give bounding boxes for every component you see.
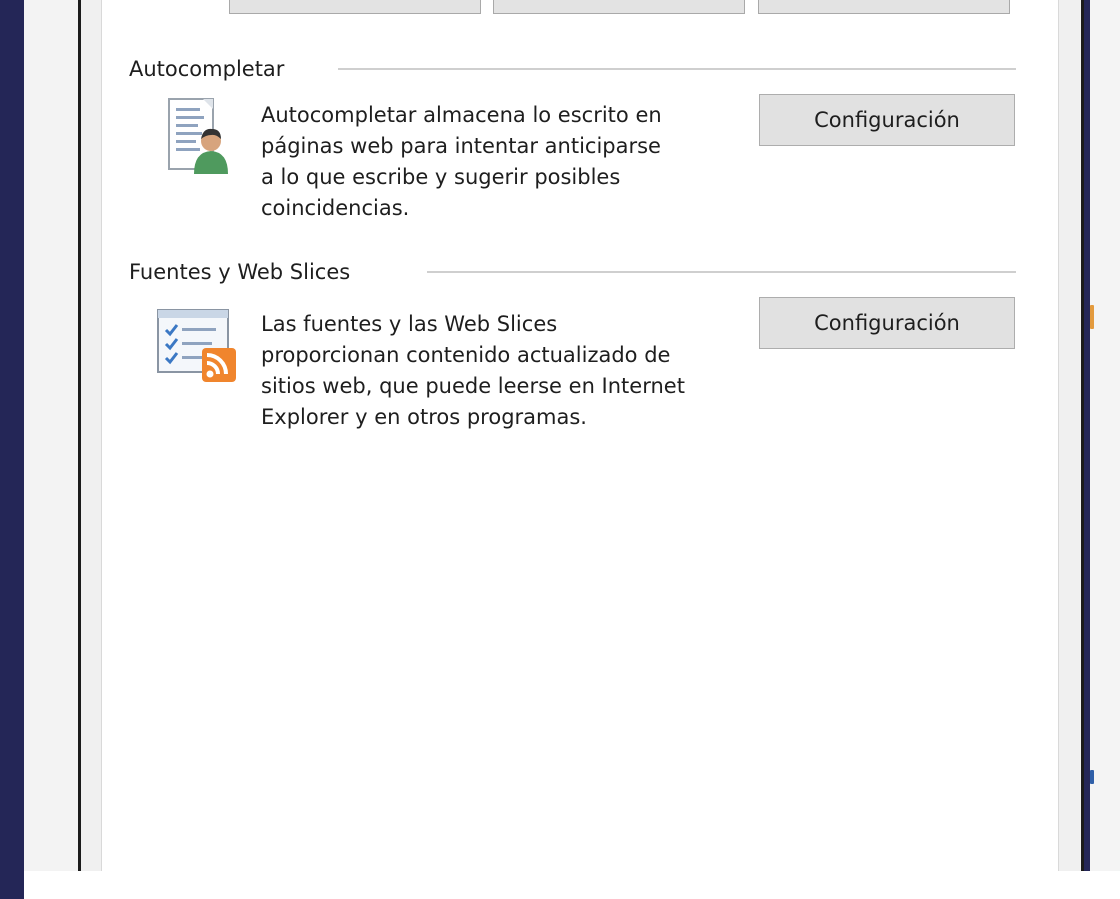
top-button-1[interactable] (229, 0, 481, 14)
top-button-2[interactable] (493, 0, 745, 14)
feeds-description: Las fuentes y las Web Slices proporciona… (261, 309, 731, 433)
desktop-background (0, 0, 24, 899)
autocomplete-group-title: Autocompletar (129, 57, 285, 81)
autocomplete-group-divider (338, 68, 1016, 70)
feeds-group-divider (427, 271, 1016, 273)
autocomplete-form-user-icon (164, 96, 240, 176)
autocomplete-settings-button[interactable]: Configuración (759, 94, 1015, 146)
content-tab-panel: Autocompletar Autocompletar almacena lo … (101, 0, 1059, 871)
background-marker (1090, 305, 1094, 329)
autocomplete-description-line: Autocompletar almacena lo escrito en (261, 103, 662, 127)
background-marker (1090, 770, 1094, 784)
internet-options-dialog: Autocompletar Autocompletar almacena lo … (78, 0, 1084, 871)
feeds-description-line: proporcionan contenido actualizado de (261, 343, 671, 367)
feeds-description-line: sitios web, que puede leerse en Internet (261, 374, 685, 398)
autocomplete-description-line: páginas web para intentar anticiparse (261, 134, 661, 158)
feeds-settings-button[interactable]: Configuración (759, 297, 1015, 349)
feeds-description-line: Las fuentes y las Web Slices (261, 312, 558, 336)
feeds-rss-checklist-icon (154, 306, 240, 384)
autocomplete-description-line: coincidencias. (261, 196, 410, 220)
autocomplete-description: Autocompletar almacena lo escrito en pág… (261, 100, 731, 224)
feeds-group-title: Fuentes y Web Slices (129, 260, 351, 284)
background-window-right (1090, 0, 1120, 871)
window-left-gutter (24, 0, 78, 871)
window-bottom-edge (24, 871, 1120, 899)
top-button-3[interactable] (758, 0, 1010, 14)
autocomplete-description-line: a lo que escribe y sugerir posibles (261, 165, 621, 189)
feeds-description-line: Explorer y en otros programas. (261, 405, 587, 429)
